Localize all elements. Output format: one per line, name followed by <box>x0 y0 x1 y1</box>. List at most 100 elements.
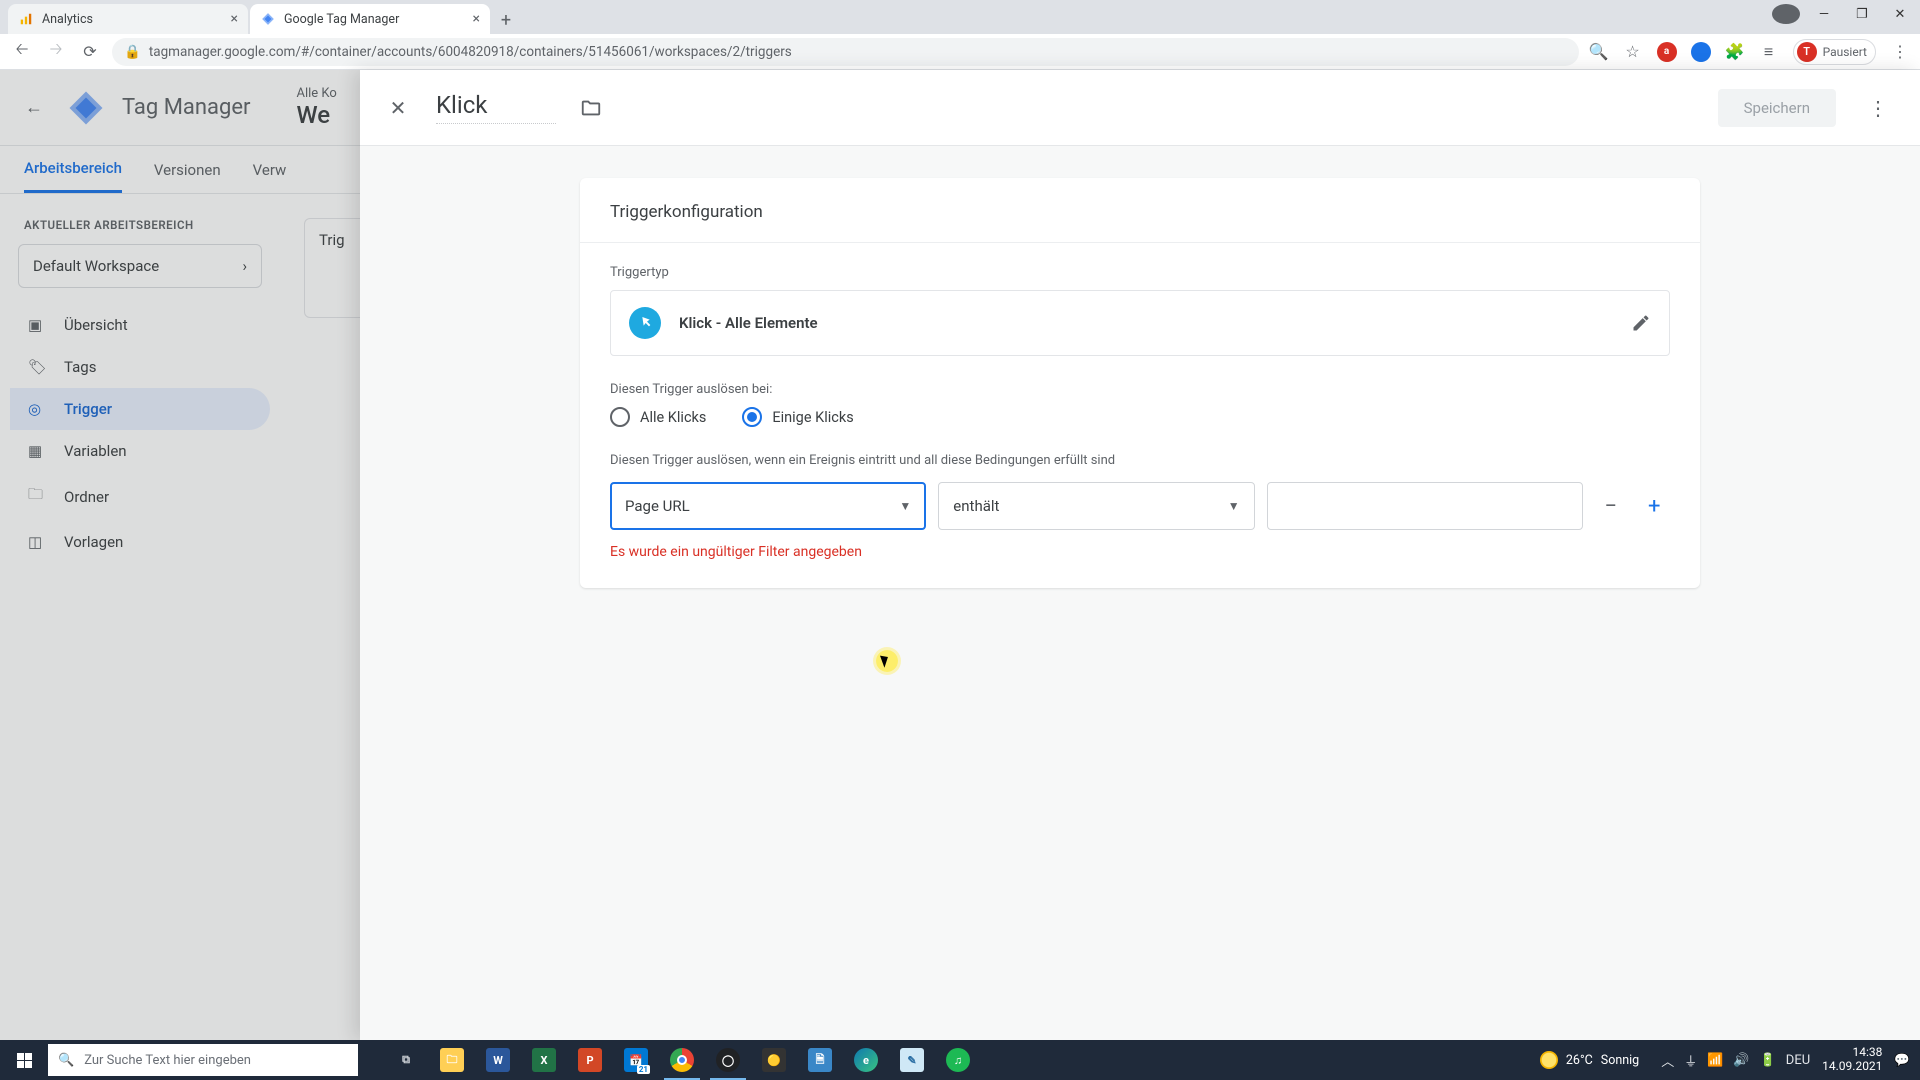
save-button[interactable]: Speichern <box>1718 89 1836 127</box>
zoom-icon[interactable]: 🔍 <box>1589 42 1609 62</box>
chrome-icon[interactable] <box>660 1040 704 1080</box>
browser-tab-analytics[interactable]: Analytics × <box>8 4 248 34</box>
tab-versions[interactable]: Versionen <box>154 146 221 193</box>
browser-tab-gtm[interactable]: Google Tag Manager × <box>250 4 490 34</box>
gtm-sidebar: AKTUELLER ARBEITSBEREICH Default Workspa… <box>0 194 280 577</box>
sidebar-item-folders[interactable]: 🗀 Ordner <box>10 472 270 521</box>
adblock-extension-icon[interactable]: a <box>1657 42 1677 62</box>
excel-icon[interactable]: X <box>522 1040 566 1080</box>
start-button[interactable] <box>0 1040 48 1080</box>
trigger-type-name: Klick - Alle Elemente <box>679 314 818 332</box>
taskbar-clock[interactable]: 14:38 14.09.2021 <box>1822 1046 1882 1074</box>
edge-icon[interactable]: e <box>844 1040 888 1080</box>
pencil-icon[interactable] <box>1631 313 1651 333</box>
notepad-icon[interactable]: ✎ <box>890 1040 934 1080</box>
word-icon[interactable]: W <box>476 1040 520 1080</box>
spotify-icon[interactable]: ♫ <box>936 1040 980 1080</box>
tray-language[interactable]: DEU <box>1786 1053 1810 1068</box>
taskbar-search[interactable]: 🔍 Zur Suche Text hier eingeben <box>48 1044 358 1076</box>
sidebar-item-tags[interactable]: 🏷 Tags <box>10 346 270 388</box>
gtm-back-icon[interactable]: ← <box>18 97 50 118</box>
taskbar-tray: 26°C Sonnig ︿ ⏚ 📶 🔊 🔋 DEU 14:38 14.09.20… <box>1530 1040 1920 1080</box>
editor-header: ✕ Klick Speichern ⋮ <box>360 70 1920 146</box>
tag-icon: 🏷 <box>28 358 48 376</box>
window-maximize-icon[interactable]: ❐ <box>1848 4 1876 24</box>
remove-condition-button[interactable]: − <box>1595 490 1627 522</box>
bookmark-star-icon[interactable]: ☆ <box>1623 42 1643 62</box>
window-close-icon[interactable]: ✕ <box>1886 4 1914 24</box>
radio-all-clicks[interactable]: Alle Klicks <box>610 407 706 427</box>
chrome-menu-icon[interactable]: ⋮ <box>1890 42 1910 62</box>
conditions-label: Diesen Trigger auslösen, wenn ein Ereign… <box>610 453 1670 468</box>
sidebar-item-label: Ordner <box>64 488 109 506</box>
sidebar-item-label: Tags <box>64 358 96 376</box>
gtm-favicon <box>260 11 276 27</box>
taskbar-weather[interactable]: 26°C Sonnig <box>1540 1051 1649 1069</box>
outlook-icon[interactable]: 📅21 <box>614 1040 658 1080</box>
profile-chip[interactable]: T Pausiert <box>1793 39 1876 65</box>
folder-icon[interactable] <box>580 97 602 119</box>
address-bar[interactable]: 🔒 tagmanager.google.com/#/container/acco… <box>112 38 1579 66</box>
breadcrumb-main: We <box>296 101 336 129</box>
clock-date: 14.09.2021 <box>1822 1060 1882 1074</box>
trigger-editor-pane: ✕ Klick Speichern ⋮ Triggerkonfiguration… <box>360 70 1920 1040</box>
chrome-account-icon[interactable] <box>1772 4 1800 24</box>
new-tab-button[interactable]: + <box>492 6 520 34</box>
tray-network-icon[interactable]: ⏚ <box>1684 1051 1697 1070</box>
nav-back-icon[interactable]: 🡠 <box>10 40 34 64</box>
condition-value-input[interactable] <box>1267 482 1583 530</box>
sidebar-item-overview[interactable]: ▣ Übersicht <box>10 304 270 346</box>
chevron-down-icon: ▼ <box>899 499 911 513</box>
powerpoint-icon[interactable]: P <box>568 1040 612 1080</box>
file-explorer-icon[interactable]: 🗀 <box>430 1040 474 1080</box>
task-view-icon[interactable]: ⧉ <box>384 1040 428 1080</box>
card-title: Triggerkonfiguration <box>580 178 1700 243</box>
workspace-selector[interactable]: Default Workspace › <box>18 244 262 288</box>
sidebar-item-variables[interactable]: ▦ Variablen <box>10 430 270 472</box>
workspace-name: Default Workspace <box>33 257 159 275</box>
url-text: tagmanager.google.com/#/container/accoun… <box>149 44 792 60</box>
add-condition-button[interactable]: + <box>1638 490 1670 522</box>
condition-operator-select[interactable]: enthält ▼ <box>938 482 1254 530</box>
folder-icon: 🗀 <box>28 484 48 509</box>
weather-temp: 26°C <box>1566 1053 1593 1068</box>
condition-variable-select[interactable]: Page URL ▼ <box>610 482 926 530</box>
gtm-breadcrumb: Alle Ko We <box>296 86 336 129</box>
extensions-puzzle-icon[interactable]: 🧩 <box>1725 42 1745 62</box>
tray-battery-icon[interactable]: 🔋 <box>1760 1053 1776 1068</box>
app-icon-2[interactable]: 🗎 <box>798 1040 842 1080</box>
action-center-icon[interactable]: 💬 <box>1894 1053 1910 1068</box>
nav-reload-icon[interactable]: ⟳ <box>78 40 102 64</box>
gtm-app-title: Tag Manager <box>122 95 250 120</box>
tray-chevron-up-icon[interactable]: ︿ <box>1661 1051 1674 1070</box>
weather-desc: Sonnig <box>1601 1053 1639 1068</box>
close-icon[interactable]: ✕ <box>384 96 412 120</box>
tab-admin[interactable]: Verw <box>253 146 287 193</box>
fire-on-radio-group: Alle Klicks Einige Klicks <box>610 407 1670 427</box>
analytics-favicon <box>18 11 34 27</box>
reading-list-icon[interactable]: ≡ <box>1759 42 1779 62</box>
window-controls: — ❐ ✕ <box>1772 4 1914 24</box>
browser-toolbar: 🡠 🡢 ⟳ 🔒 tagmanager.google.com/#/containe… <box>0 34 1920 70</box>
trigger-type-row[interactable]: Klick - Alle Elemente <box>610 290 1670 356</box>
tray-wifi-icon[interactable]: 📶 <box>1707 1053 1723 1068</box>
profile-status: Pausiert <box>1823 45 1867 59</box>
sidebar-item-templates[interactable]: ◫ Vorlagen <box>10 521 270 563</box>
condition-row: Page URL ▼ enthält ▼ − + <box>610 482 1670 530</box>
tab-close-icon[interactable]: × <box>473 11 480 27</box>
tab-close-icon[interactable]: × <box>231 11 238 27</box>
tray-volume-icon[interactable]: 🔊 <box>1733 1053 1749 1068</box>
trigger-name-input[interactable]: Klick <box>436 91 556 124</box>
template-icon: ◫ <box>28 533 48 551</box>
sidebar-item-triggers[interactable]: ◎ Trigger <box>10 388 270 430</box>
tag-assistant-extension-icon[interactable] <box>1691 42 1711 62</box>
radio-some-clicks[interactable]: Einige Klicks <box>742 407 853 427</box>
window-minimize-icon[interactable]: — <box>1810 4 1838 24</box>
calendar-badge: 21 <box>637 1065 650 1074</box>
app-icon-1[interactable]: 🟡 <box>752 1040 796 1080</box>
system-tray[interactable]: ︿ ⏚ 📶 🔊 🔋 DEU <box>1661 1051 1810 1070</box>
kebab-menu-icon[interactable]: ⋮ <box>1860 96 1896 120</box>
tab-workspace[interactable]: Arbeitsbereich <box>24 146 122 193</box>
obs-icon[interactable]: ◯ <box>706 1040 750 1080</box>
taskbar-pinned-apps: ⧉ 🗀 W X P 📅21 ◯ 🟡 🗎 e ✎ ♫ <box>366 1040 980 1080</box>
